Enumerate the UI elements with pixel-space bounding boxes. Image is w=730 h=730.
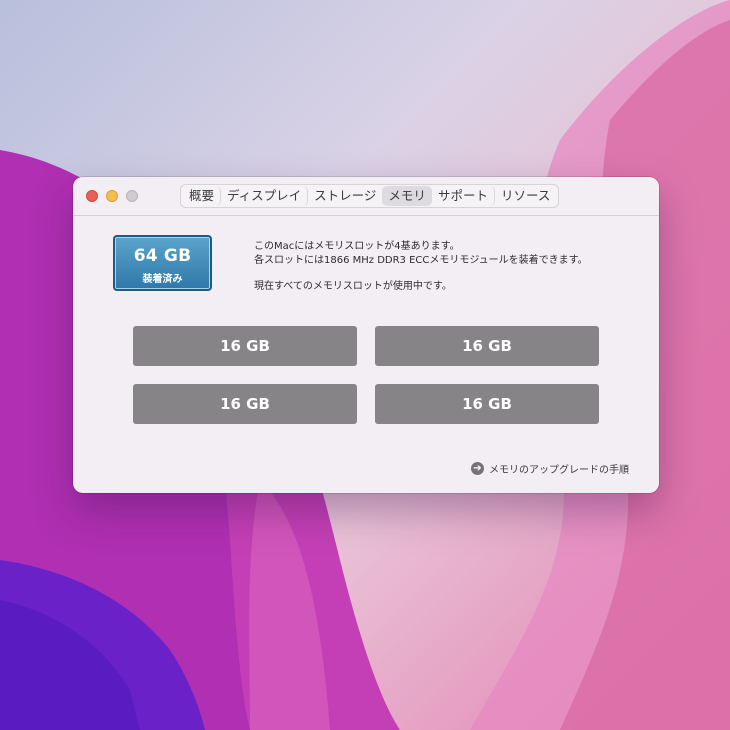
memory-slot-count-text: このMacにはメモリスロットが4基あります。 — [254, 241, 460, 252]
memory-slot-4: 16 GB — [375, 384, 599, 424]
tab-memory[interactable]: メモリ — [382, 186, 432, 206]
about-this-mac-window: 概要 ディスプレイ ストレージ メモリ サポート リソース 64 GB 装着済み… — [73, 177, 659, 493]
memory-upgrade-link[interactable]: ➔ メモリのアップグレードの手順 — [471, 461, 629, 476]
memory-total-amount: 64 GB — [133, 246, 192, 266]
tab-overview[interactable]: 概要 — [183, 186, 222, 206]
memory-slot-3: 16 GB — [133, 384, 357, 424]
tab-resources[interactable]: リソース — [495, 186, 556, 206]
tab-bar: 概要 ディスプレイ ストレージ メモリ サポート リソース — [180, 184, 560, 208]
desktop: 概要 ディスプレイ ストレージ メモリ サポート リソース 64 GB 装着済み… — [0, 0, 730, 730]
arrow-circle-icon: ➔ — [471, 461, 484, 475]
close-button[interactable] — [86, 190, 98, 202]
tab-support[interactable]: サポート — [432, 186, 495, 206]
memory-installed-label: 装着済み — [142, 274, 183, 285]
memory-slot-2: 16 GB — [375, 326, 599, 366]
minimize-button[interactable] — [106, 190, 118, 202]
memory-module-spec-text: 各スロットには1866 MHz DDR3 ECCメモリモジュールを装着できます。 — [254, 255, 588, 266]
tab-storage[interactable]: ストレージ — [308, 186, 382, 206]
memory-slot-usage-text: 現在すべてのメモリスロットが使用中です。 — [254, 281, 452, 292]
memory-slot-1: 16 GB — [133, 326, 357, 366]
window-titlebar: 概要 ディスプレイ ストレージ メモリ サポート リソース — [73, 177, 659, 216]
tab-displays[interactable]: ディスプレイ — [221, 186, 309, 206]
memory-total-badge: 64 GB 装着済み — [113, 235, 212, 291]
zoom-button[interactable] — [126, 190, 138, 202]
memory-upgrade-label: メモリのアップグレードの手順 — [489, 464, 629, 476]
